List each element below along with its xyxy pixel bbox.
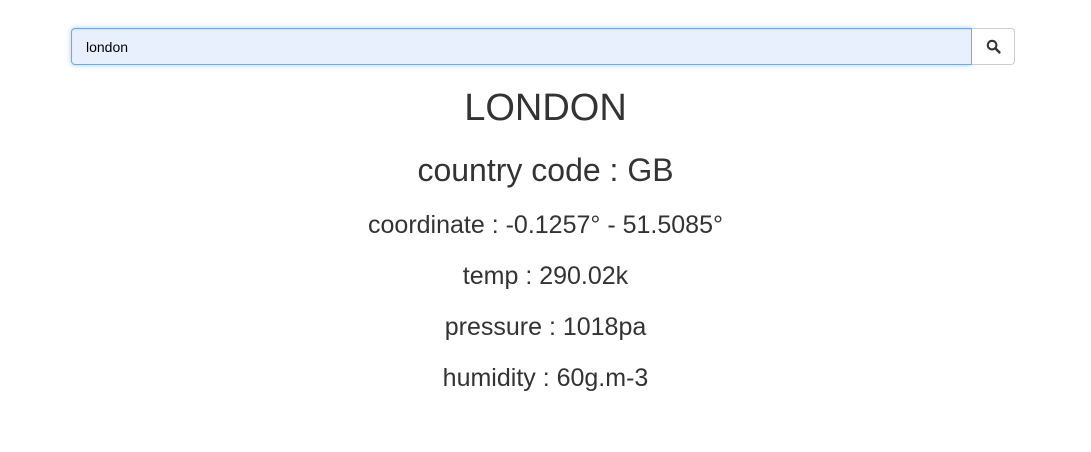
country-code: country code : GB [417,152,674,188]
pressure: pressure : 1018pa [444,313,647,341]
city-search-input[interactable] [71,28,972,65]
temperature: temp : 290.02k [462,262,629,290]
humidity: humidity : 60g.m-3 [442,364,649,392]
coordinate: coordinate : -0.1257° - 51.5085° [368,211,723,239]
city-name: LONDON [464,87,627,129]
search-bar [71,28,1015,65]
search-icon [986,39,1001,54]
search-button[interactable] [972,28,1015,65]
